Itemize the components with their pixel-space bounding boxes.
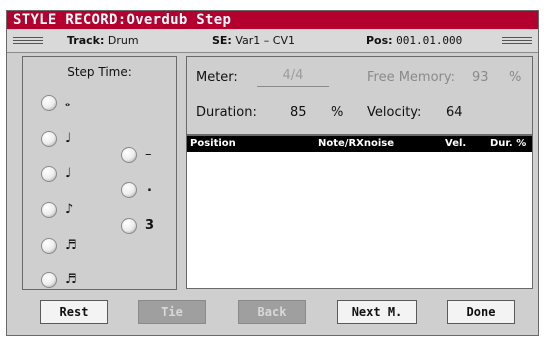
meter-field: 4/4 bbox=[257, 68, 329, 87]
track-info: Track: Drum bbox=[67, 30, 139, 52]
se-label: SE: bbox=[212, 34, 232, 47]
meter-label: Meter: bbox=[196, 70, 238, 85]
style-record-window: STYLE RECORD:Overdub Step Track: Drum SE… bbox=[6, 10, 539, 336]
note-value-icon-1: 𝅝 bbox=[65, 95, 71, 110]
modifier-triplet-icon: 3 bbox=[145, 218, 155, 233]
duration-label: Duration: bbox=[196, 105, 257, 120]
free-memory-label: Free Memory: bbox=[367, 70, 456, 85]
note-value-icon-4: ♪ bbox=[65, 202, 74, 217]
duration-field[interactable]: 85 bbox=[290, 105, 307, 120]
pos-value: 001.01.000 bbox=[396, 34, 463, 47]
info-bar: Track: Drum SE: Var1 – CV1 Pos: 001.01.0… bbox=[7, 30, 538, 53]
step-radio-4[interactable] bbox=[41, 202, 57, 218]
header-note: Note/RXnoise bbox=[318, 138, 395, 149]
modifier-radio-normal[interactable] bbox=[121, 147, 137, 163]
header-position: Position bbox=[190, 138, 236, 149]
rest-button[interactable]: Rest bbox=[40, 300, 108, 324]
params-panel: Meter: 4/4 Free Memory: 93 % Duration: 8… bbox=[186, 56, 533, 135]
header-velocity: Vel. bbox=[445, 138, 467, 149]
page-title: STYLE RECORD:Overdub Step bbox=[7, 11, 538, 29]
modifier-radio-dotted[interactable] bbox=[121, 182, 137, 198]
back-button[interactable]: Back bbox=[238, 300, 306, 324]
free-memory-value: 93 bbox=[472, 70, 489, 85]
pos-label: Pos: bbox=[366, 34, 393, 47]
velocity-field[interactable]: 64 bbox=[446, 105, 463, 120]
step-radio-5[interactable] bbox=[41, 238, 57, 254]
step-radio-6[interactable] bbox=[41, 272, 57, 288]
se-info: SE: Var1 – CV1 bbox=[212, 30, 295, 52]
note-value-icon-3: ♩ bbox=[65, 166, 72, 181]
track-label: Track: bbox=[67, 34, 105, 47]
free-memory-unit: % bbox=[509, 70, 522, 85]
step-time-title: Step Time: bbox=[67, 65, 132, 79]
note-value-icon-5: ♬ bbox=[65, 238, 77, 253]
duration-unit: % bbox=[331, 105, 344, 120]
note-value-icon-2: ♩ bbox=[65, 131, 72, 146]
pos-info: Pos: 001.01.000 bbox=[366, 30, 462, 52]
note-value-icon-6: ♬ bbox=[65, 272, 77, 287]
event-list[interactable]: Position Note/RXnoise Vel. Dur. % bbox=[186, 135, 533, 289]
track-value: Drum bbox=[107, 34, 139, 47]
se-value: Var1 – CV1 bbox=[235, 34, 295, 47]
modifier-radio-triplet[interactable] bbox=[121, 218, 137, 234]
step-radio-3[interactable] bbox=[41, 166, 57, 182]
step-time-panel: Step Time: 𝅝 ♩ ♩ ♪ ♬ ♬ – . 3 bbox=[22, 56, 177, 290]
modifier-normal-icon: – bbox=[145, 147, 152, 162]
tie-button[interactable]: Tie bbox=[138, 300, 206, 324]
header-duration: Dur. % bbox=[490, 138, 527, 149]
velocity-label: Velocity: bbox=[367, 105, 422, 120]
step-radio-1[interactable] bbox=[41, 95, 57, 111]
grip-right-icon bbox=[502, 37, 532, 45]
modifier-dotted-icon: . bbox=[147, 180, 152, 195]
step-radio-2[interactable] bbox=[41, 131, 57, 147]
grip-left-icon bbox=[13, 37, 43, 45]
event-list-header: Position Note/RXnoise Vel. Dur. % bbox=[187, 136, 532, 152]
next-measure-button[interactable]: Next M. bbox=[337, 300, 417, 324]
done-button[interactable]: Done bbox=[447, 300, 515, 324]
